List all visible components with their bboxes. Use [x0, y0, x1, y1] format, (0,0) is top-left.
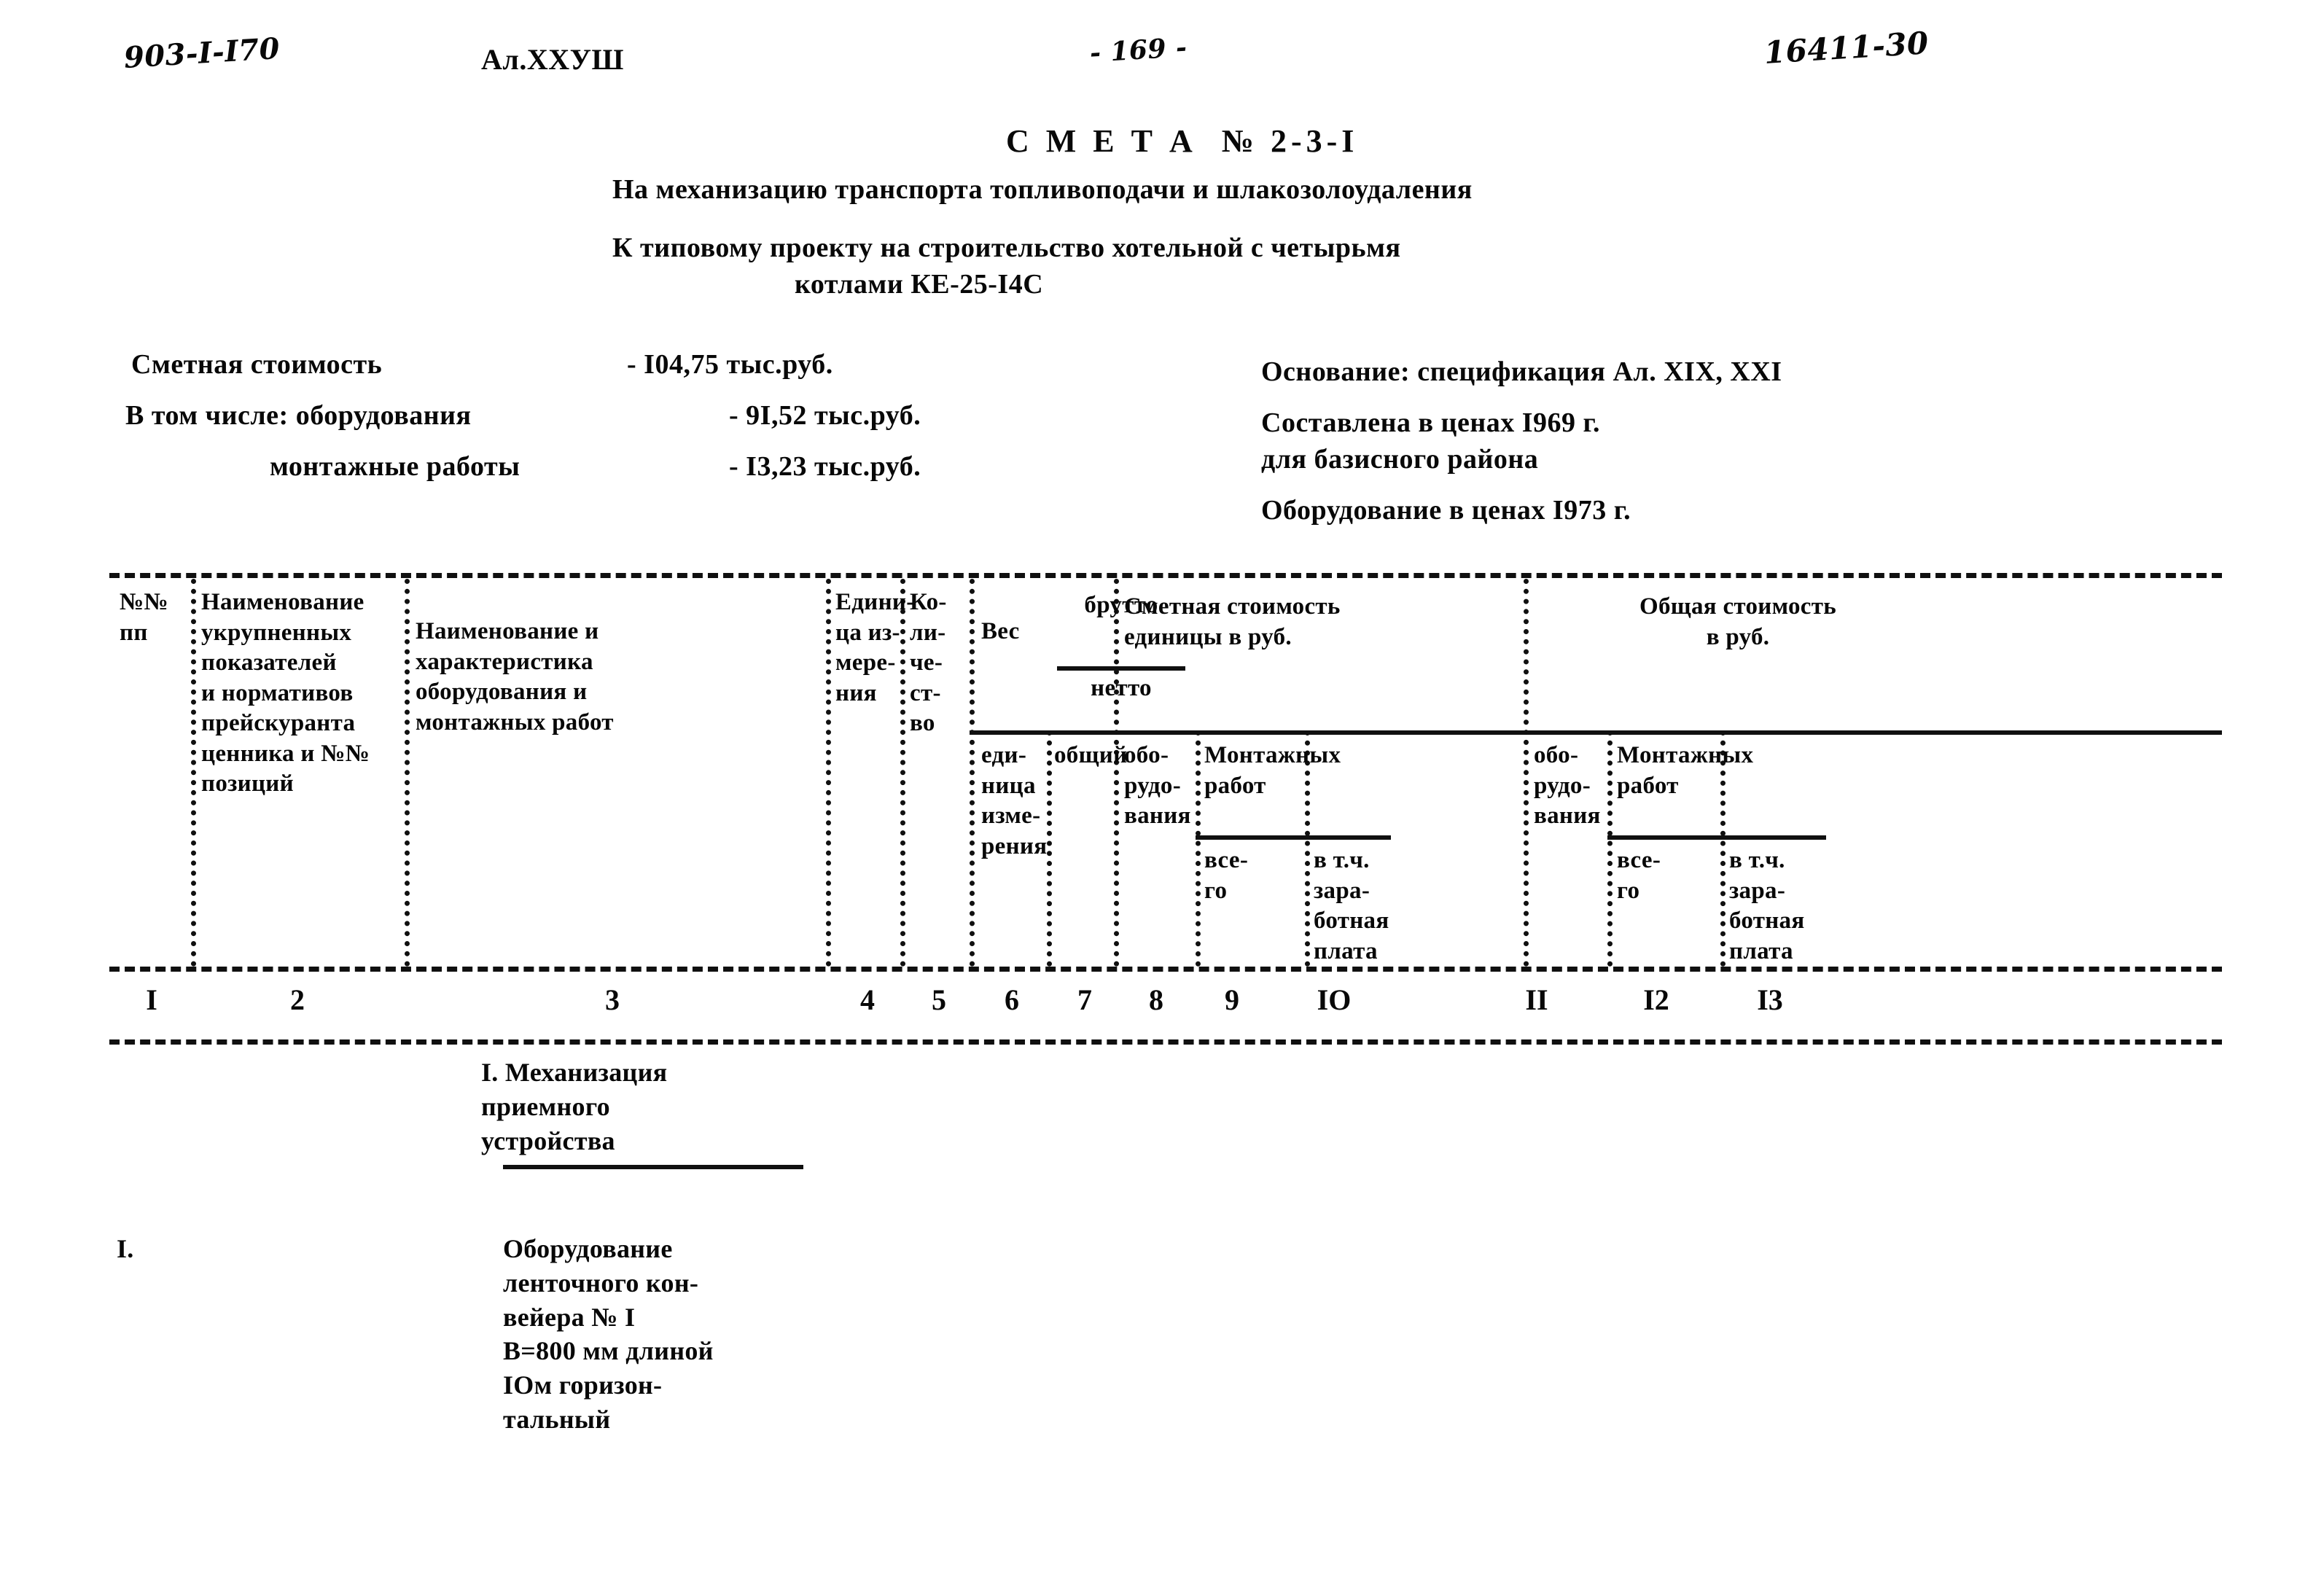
document-page: 903-I-I70 Ал.ХХУШ - 169 - 16411-30 С М Е…: [0, 0, 2324, 1584]
header-col-6: еди- ница изме- рения: [981, 742, 1048, 859]
header-montage-2: Монтажных работ: [1617, 742, 1754, 799]
stamp-number: 16411-30: [1763, 25, 1930, 71]
header-col-10: в т.ч. зара- ботная плата: [1314, 847, 1389, 964]
weight-fraction-rule: [1057, 666, 1185, 671]
colnum-12: I2: [1643, 983, 1669, 1016]
colnum-7: 7: [1077, 983, 1092, 1016]
header-col-2: Наименование укрупненных показателей и н…: [201, 589, 370, 797]
colnum-8: 8: [1149, 983, 1163, 1016]
subtitle-line-1: На механизацию транспорта топливоподачи …: [612, 174, 1473, 205]
header-col-11: обо- рудо- вания: [1534, 742, 1601, 830]
cost-label-montage: монтажные работы: [270, 451, 520, 482]
colnum-9: 9: [1225, 983, 1239, 1016]
document-code: 903-I-I70: [122, 31, 281, 75]
cost-value-montage: - I3,23 тыс.руб.: [729, 451, 921, 482]
section-heading-underline: [503, 1165, 803, 1169]
basis-equipment-year: Оборудование в ценах I973 г.: [1261, 495, 1631, 526]
page-title: С М Е Т А № 2-3-I: [1006, 123, 1359, 159]
total-cost-group-rule: [1524, 730, 2222, 735]
header-weight-netto: нетто: [1091, 675, 1152, 701]
header-col-9: все- го: [1204, 847, 1249, 904]
header-montage-1: Монтажных работ: [1204, 742, 1341, 799]
header-col-5: Ко- ли- че- ст- во: [910, 589, 947, 737]
col-divider-1: [191, 579, 196, 967]
colnum-2: 2: [290, 983, 305, 1016]
colnum-4: 4: [860, 983, 875, 1016]
col-divider-10: [1524, 579, 1529, 967]
basis-prices-year: Составлена в ценах I969 г.: [1261, 407, 1600, 438]
header-group-total-cost: Общая стоимость в руб.: [1639, 593, 1836, 650]
colnum-11: II: [1525, 983, 1548, 1016]
col-divider-3: [826, 579, 831, 967]
colnum-3: 3: [605, 983, 620, 1016]
basis-specification: Основание: спецификация Ал. XIX, XXI: [1261, 356, 1782, 387]
weight-group-rule: [970, 730, 1115, 735]
section-heading: I. Механизация приемного устройства: [481, 1058, 668, 1155]
cost-value-equipment: - 9I,52 тыс.руб.: [729, 400, 921, 431]
colnum-6: 6: [1005, 983, 1019, 1016]
unit-cost-group-rule: [1114, 730, 1524, 735]
montage-1-underline: [1196, 835, 1391, 840]
header-col-3: Наименование и характеристика оборудован…: [416, 618, 614, 736]
row1-number: I.: [117, 1234, 134, 1263]
col-divider-4: [900, 579, 905, 967]
table-numrow-top: [109, 967, 2222, 972]
header-col-13: в т.ч. зара- ботная плата: [1729, 847, 1805, 964]
table-numrow-bottom: [109, 1039, 2222, 1045]
header-col-1: №№ пп: [120, 589, 168, 646]
estimate-table: №№ пп Наименование укрупненных показател…: [109, 573, 2222, 1045]
header-group-unit-cost: Сметная стоимость единицы в руб.: [1124, 593, 1341, 650]
colnum-13: I3: [1757, 983, 1783, 1016]
cost-value-total: - I04,75 тыс.руб.: [627, 349, 833, 380]
colnum-10: IO: [1317, 983, 1352, 1016]
page-number: - 169 -: [1088, 31, 1188, 69]
col-divider-7: [1114, 579, 1119, 967]
subtitle-line-3: котлами КЕ-25-I4С: [795, 269, 1044, 300]
colnum-5: 5: [932, 983, 946, 1016]
col-divider-2: [405, 579, 410, 967]
header-weight-label: Вес: [981, 618, 1020, 644]
montage-2-underline: [1607, 835, 1826, 840]
header-col-4: Едини- ца из- мере- ния: [835, 589, 915, 706]
subtitle-line-2: К типовому проекту на строительство хоте…: [612, 233, 1401, 263]
cost-label-total: Сметная стоимость: [131, 349, 383, 380]
cost-label-equipment: В том числе: оборудования: [125, 400, 472, 431]
table-top-border: [109, 573, 2222, 578]
basis-region: для базисного района: [1261, 444, 1539, 475]
header-col-8: обо- рудо- вания: [1124, 742, 1191, 830]
row1-description: Оборудование ленточного кон- вейера № I …: [503, 1234, 714, 1434]
header-col-7: общий: [1054, 742, 1128, 768]
header-col-12: все- го: [1617, 847, 1661, 904]
album-code: Ал.ХХУШ: [481, 43, 624, 76]
colnum-1: I: [146, 983, 157, 1016]
